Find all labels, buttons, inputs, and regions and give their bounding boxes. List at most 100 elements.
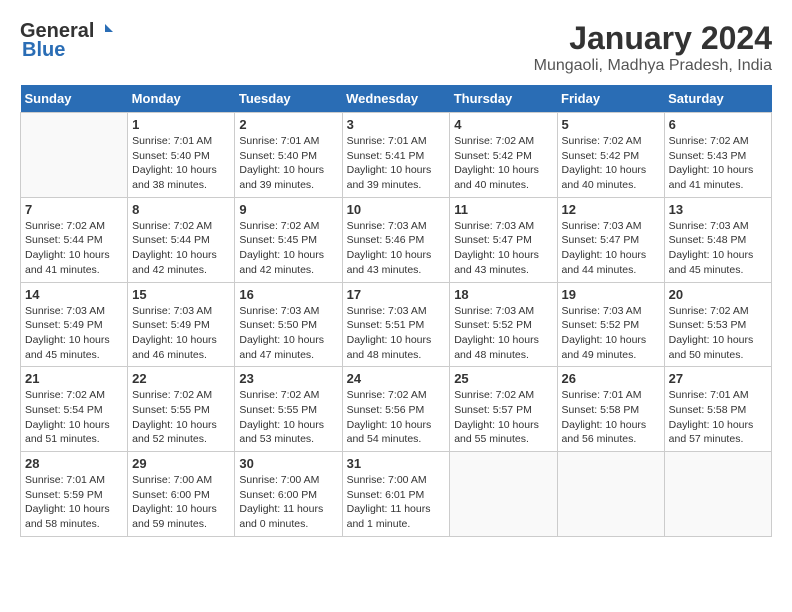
day-of-week-header: Tuesday bbox=[235, 85, 342, 113]
day-info: Sunrise: 7:02 AM Sunset: 5:53 PM Dayligh… bbox=[669, 304, 767, 363]
day-info: Sunrise: 7:02 AM Sunset: 5:56 PM Dayligh… bbox=[347, 388, 446, 447]
day-number: 2 bbox=[239, 117, 337, 132]
day-number: 28 bbox=[25, 456, 123, 471]
day-number: 27 bbox=[669, 371, 767, 386]
calendar-cell: 1 Sunrise: 7:01 AM Sunset: 5:40 PM Daylig… bbox=[128, 113, 235, 198]
day-number: 14 bbox=[25, 287, 123, 302]
day-info: Sunrise: 7:03 AM Sunset: 5:51 PM Dayligh… bbox=[347, 304, 446, 363]
calendar-cell: 30Sunrise: 7:00 AM Sunset: 6:00 PM Dayli… bbox=[235, 452, 342, 537]
calendar-cell: 11 Sunrise: 7:03 AM Sunset: 5:47 PM Dayli… bbox=[450, 197, 557, 282]
day-number: 9 bbox=[239, 202, 337, 217]
day-number: 7 bbox=[25, 202, 123, 217]
calendar-cell: 13Sunrise: 7:03 AM Sunset: 5:48 PM Dayli… bbox=[664, 197, 771, 282]
day-info: Sunrise: 7:02 AM Sunset: 5:57 PM Dayligh… bbox=[454, 388, 552, 447]
calendar-cell: 22 Sunrise: 7:02 AM Sunset: 5:55 PM Dayli… bbox=[128, 367, 235, 452]
day-info: Sunrise: 7:03 AM Sunset: 5:52 PM Dayligh… bbox=[562, 304, 660, 363]
day-info: Sunrise: 7:00 AM Sunset: 6:00 PM Dayligh… bbox=[132, 473, 230, 532]
day-info: Sunrise: 7:03 AM Sunset: 5:52 PM Dayligh… bbox=[454, 304, 552, 363]
calendar-cell: 21 Sunrise: 7:02 AM Sunset: 5:54 PM Dayli… bbox=[21, 367, 128, 452]
day-info: Sunrise: 7:01 AM Sunset: 5:41 PM Dayligh… bbox=[347, 134, 446, 193]
calendar-cell: 8Sunrise: 7:02 AM Sunset: 5:44 PM Daylig… bbox=[128, 197, 235, 282]
day-info: Sunrise: 7:02 AM Sunset: 5:55 PM Dayligh… bbox=[132, 388, 230, 447]
day-number: 1 bbox=[132, 117, 230, 132]
logo-flag-icon bbox=[95, 22, 115, 42]
calendar-cell bbox=[557, 452, 664, 537]
day-number: 18 bbox=[454, 287, 552, 302]
day-info: Sunrise: 7:02 AM Sunset: 5:42 PM Dayligh… bbox=[562, 134, 660, 193]
day-number: 22 bbox=[132, 371, 230, 386]
day-number: 25 bbox=[454, 371, 552, 386]
day-number: 31 bbox=[347, 456, 446, 471]
day-info: Sunrise: 7:01 AM Sunset: 5:40 PM Dayligh… bbox=[132, 134, 230, 193]
page-header: General Blue January 2024 Mungaoli, Madh… bbox=[20, 20, 772, 75]
day-info: Sunrise: 7:02 AM Sunset: 5:43 PM Dayligh… bbox=[669, 134, 767, 193]
calendar-cell: 27 Sunrise: 7:01 AM Sunset: 5:58 PM Dayli… bbox=[664, 367, 771, 452]
day-info: Sunrise: 7:02 AM Sunset: 5:44 PM Dayligh… bbox=[25, 219, 123, 278]
day-of-week-header: Monday bbox=[128, 85, 235, 113]
day-number: 20 bbox=[669, 287, 767, 302]
day-info: Sunrise: 7:01 AM Sunset: 5:59 PM Dayligh… bbox=[25, 473, 123, 532]
calendar-cell: 16 Sunrise: 7:03 AM Sunset: 5:50 PM Dayli… bbox=[235, 282, 342, 367]
calendar-cell: 17 Sunrise: 7:03 AM Sunset: 5:51 PM Dayli… bbox=[342, 282, 450, 367]
day-number: 5 bbox=[562, 117, 660, 132]
day-info: Sunrise: 7:02 AM Sunset: 5:45 PM Dayligh… bbox=[239, 219, 337, 278]
day-info: Sunrise: 7:01 AM Sunset: 5:58 PM Dayligh… bbox=[562, 388, 660, 447]
calendar-cell: 10 Sunrise: 7:03 AM Sunset: 5:46 PM Dayli… bbox=[342, 197, 450, 282]
calendar-cell: 5 Sunrise: 7:02 AM Sunset: 5:42 PM Daylig… bbox=[557, 113, 664, 198]
calendar-cell: 25 Sunrise: 7:02 AM Sunset: 5:57 PM Dayli… bbox=[450, 367, 557, 452]
day-number: 10 bbox=[347, 202, 446, 217]
calendar-cell: 6 Sunrise: 7:02 AM Sunset: 5:43 PM Daylig… bbox=[664, 113, 771, 198]
day-number: 6 bbox=[669, 117, 767, 132]
day-info: Sunrise: 7:02 AM Sunset: 5:54 PM Dayligh… bbox=[25, 388, 123, 447]
day-info: Sunrise: 7:03 AM Sunset: 5:47 PM Dayligh… bbox=[562, 219, 660, 278]
calendar-week-row: 28 Sunrise: 7:01 AM Sunset: 5:59 PM Dayli… bbox=[21, 452, 772, 537]
day-number: 17 bbox=[347, 287, 446, 302]
day-number: 13 bbox=[669, 202, 767, 217]
day-number: 19 bbox=[562, 287, 660, 302]
day-info: Sunrise: 7:03 AM Sunset: 5:49 PM Dayligh… bbox=[132, 304, 230, 363]
calendar-cell: 15 Sunrise: 7:03 AM Sunset: 5:49 PM Dayli… bbox=[128, 282, 235, 367]
day-info: Sunrise: 7:03 AM Sunset: 5:47 PM Dayligh… bbox=[454, 219, 552, 278]
calendar-cell: 23Sunrise: 7:02 AM Sunset: 5:55 PM Dayli… bbox=[235, 367, 342, 452]
day-number: 21 bbox=[25, 371, 123, 386]
day-info: Sunrise: 7:00 AM Sunset: 6:01 PM Dayligh… bbox=[347, 473, 446, 532]
calendar-cell bbox=[664, 452, 771, 537]
calendar-cell: 7 Sunrise: 7:02 AM Sunset: 5:44 PM Daylig… bbox=[21, 197, 128, 282]
day-number: 15 bbox=[132, 287, 230, 302]
calendar-cell: 3Sunrise: 7:01 AM Sunset: 5:41 PM Daylig… bbox=[342, 113, 450, 198]
day-info: Sunrise: 7:03 AM Sunset: 5:50 PM Dayligh… bbox=[239, 304, 337, 363]
day-of-week-header: Saturday bbox=[664, 85, 771, 113]
day-info: Sunrise: 7:01 AM Sunset: 5:40 PM Dayligh… bbox=[239, 134, 337, 193]
day-info: Sunrise: 7:03 AM Sunset: 5:49 PM Dayligh… bbox=[25, 304, 123, 363]
calendar-week-row: 14 Sunrise: 7:03 AM Sunset: 5:49 PM Dayli… bbox=[21, 282, 772, 367]
logo: General Blue bbox=[20, 20, 115, 62]
day-info: Sunrise: 7:03 AM Sunset: 5:46 PM Dayligh… bbox=[347, 219, 446, 278]
day-info: Sunrise: 7:02 AM Sunset: 5:44 PM Dayligh… bbox=[132, 219, 230, 278]
calendar-cell: 9 Sunrise: 7:02 AM Sunset: 5:45 PM Daylig… bbox=[235, 197, 342, 282]
calendar-table: SundayMondayTuesdayWednesdayThursdayFrid… bbox=[20, 85, 772, 537]
calendar-cell: 28 Sunrise: 7:01 AM Sunset: 5:59 PM Dayli… bbox=[21, 452, 128, 537]
calendar-cell: 24 Sunrise: 7:02 AM Sunset: 5:56 PM Dayli… bbox=[342, 367, 450, 452]
day-number: 11 bbox=[454, 202, 552, 217]
calendar-header-row: SundayMondayTuesdayWednesdayThursdayFrid… bbox=[21, 85, 772, 113]
day-number: 24 bbox=[347, 371, 446, 386]
calendar-cell: 26Sunrise: 7:01 AM Sunset: 5:58 PM Dayli… bbox=[557, 367, 664, 452]
day-info: Sunrise: 7:01 AM Sunset: 5:58 PM Dayligh… bbox=[669, 388, 767, 447]
calendar-week-row: 1 Sunrise: 7:01 AM Sunset: 5:40 PM Daylig… bbox=[21, 113, 772, 198]
day-of-week-header: Friday bbox=[557, 85, 664, 113]
calendar-cell: 14 Sunrise: 7:03 AM Sunset: 5:49 PM Dayli… bbox=[21, 282, 128, 367]
calendar-cell: 31 Sunrise: 7:00 AM Sunset: 6:01 PM Dayli… bbox=[342, 452, 450, 537]
title-area: January 2024 Mungaoli, Madhya Pradesh, I… bbox=[534, 20, 772, 75]
calendar-week-row: 7 Sunrise: 7:02 AM Sunset: 5:44 PM Daylig… bbox=[21, 197, 772, 282]
calendar-cell: 12Sunrise: 7:03 AM Sunset: 5:47 PM Dayli… bbox=[557, 197, 664, 282]
calendar-title: January 2024 bbox=[534, 20, 772, 57]
day-number: 29 bbox=[132, 456, 230, 471]
calendar-cell: 20 Sunrise: 7:02 AM Sunset: 5:53 PM Dayli… bbox=[664, 282, 771, 367]
calendar-cell bbox=[21, 113, 128, 198]
calendar-cell bbox=[450, 452, 557, 537]
calendar-cell: 19 Sunrise: 7:03 AM Sunset: 5:52 PM Dayli… bbox=[557, 282, 664, 367]
day-number: 16 bbox=[239, 287, 337, 302]
day-of-week-header: Sunday bbox=[21, 85, 128, 113]
calendar-subtitle: Mungaoli, Madhya Pradesh, India bbox=[534, 57, 772, 75]
day-info: Sunrise: 7:00 AM Sunset: 6:00 PM Dayligh… bbox=[239, 473, 337, 532]
